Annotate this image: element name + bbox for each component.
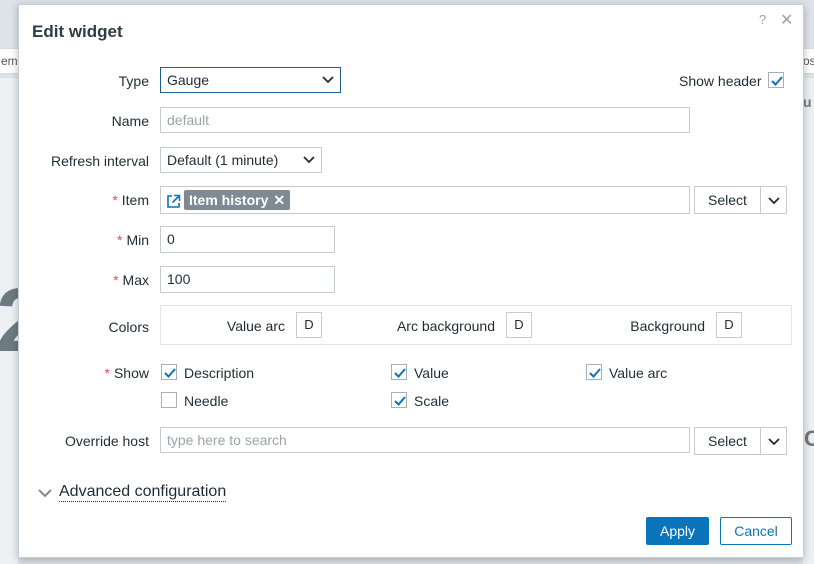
show-label: * Show	[29, 365, 149, 381]
show-label-text: Show	[113, 365, 149, 381]
type-label: Type	[118, 73, 149, 89]
chevron-down-icon	[767, 197, 780, 205]
min-input[interactable]: 0	[160, 226, 335, 253]
remove-tag-icon[interactable]: ✕	[273, 192, 285, 208]
background-fragment: u	[803, 94, 812, 110]
chevron-down-icon	[767, 438, 780, 446]
refresh-interval-label: Refresh interval	[50, 153, 149, 169]
dialog-title: Edit widget	[32, 22, 123, 41]
background-panel-right	[803, 78, 814, 564]
override-host-select-button[interactable]: Select	[694, 427, 761, 455]
checkbox-value-arc[interactable]	[586, 364, 602, 380]
chevron-down-icon	[322, 68, 334, 84]
show-header-label: Show header	[679, 73, 762, 89]
edit-widget-dialog: Edit widget ? ✕ Type Gauge Show header N…	[18, 4, 804, 558]
required-mark: *	[104, 365, 110, 381]
colors-group: Value arc D Arc background D Background …	[160, 305, 792, 345]
apply-button[interactable]: Apply	[646, 517, 709, 545]
item-select-button[interactable]: Select	[694, 186, 761, 214]
refresh-interval-value: Default (1 minute)	[167, 152, 279, 168]
max-input[interactable]: 100	[160, 266, 335, 293]
required-mark: *	[116, 232, 123, 248]
item-tag-label: Item history	[189, 192, 269, 208]
color-picker-background[interactable]: D	[716, 312, 742, 338]
background-fragment-2: C	[804, 426, 814, 451]
advanced-configuration-toggle[interactable]: Advanced configuration	[59, 483, 227, 502]
expand-chevron-icon[interactable]	[38, 485, 52, 501]
cancel-button[interactable]: Cancel	[720, 517, 792, 545]
item-label-text: Item	[121, 192, 149, 208]
item-select-dropdown[interactable]	[760, 186, 787, 214]
override-host-input[interactable]: type here to search	[160, 427, 690, 453]
checkmark-icon	[394, 396, 406, 406]
checkbox-description[interactable]	[161, 364, 177, 380]
checkbox-value-arc-label: Value arc	[609, 365, 668, 381]
checkbox-value-label: Value	[414, 365, 449, 381]
close-icon[interactable]: ✕	[780, 10, 793, 30]
type-select-value: Gauge	[167, 72, 210, 88]
color-label-arc-background: Arc background	[396, 318, 495, 334]
color-picker-arc-background[interactable]: D	[506, 312, 532, 338]
override-host-dropdown[interactable]	[760, 427, 787, 455]
checkbox-description-label: Description	[184, 365, 255, 381]
color-label-background: Background	[630, 318, 705, 334]
help-icon[interactable]: ?	[759, 12, 766, 27]
checkbox-scale[interactable]	[391, 392, 407, 408]
name-label: Name	[111, 113, 149, 129]
show-header-checkbox[interactable]	[768, 72, 784, 88]
checkmark-icon	[771, 76, 783, 86]
type-select[interactable]: Gauge	[160, 67, 341, 93]
override-host-label: Override host	[64, 433, 149, 449]
checkmark-icon	[394, 368, 406, 378]
required-mark: *	[112, 192, 118, 208]
item-label: * Item	[29, 192, 149, 208]
name-input[interactable]: default	[160, 107, 690, 133]
item-multiselect[interactable]: Item history ✕	[160, 186, 690, 214]
max-label: * Max	[29, 272, 149, 288]
min-label-text: Min	[126, 232, 149, 248]
checkmark-icon	[589, 368, 601, 378]
min-label: * Min	[29, 232, 149, 248]
color-label-value-arc: Value arc	[226, 318, 285, 334]
color-picker-value-arc[interactable]: D	[296, 312, 322, 338]
checkmark-icon	[164, 368, 176, 378]
colors-label: Colors	[108, 319, 149, 335]
max-label-text: Max	[122, 272, 149, 288]
refresh-interval-select[interactable]: Default (1 minute)	[160, 147, 322, 173]
external-link-icon[interactable]	[166, 192, 181, 216]
checkbox-value[interactable]	[391, 364, 407, 380]
checkbox-needle[interactable]	[161, 392, 177, 408]
required-mark: *	[113, 272, 119, 288]
chevron-down-icon	[303, 148, 315, 164]
checkbox-needle-label: Needle	[184, 393, 229, 409]
checkbox-scale-label: Scale	[414, 393, 450, 409]
item-tag: Item history ✕	[184, 190, 291, 210]
